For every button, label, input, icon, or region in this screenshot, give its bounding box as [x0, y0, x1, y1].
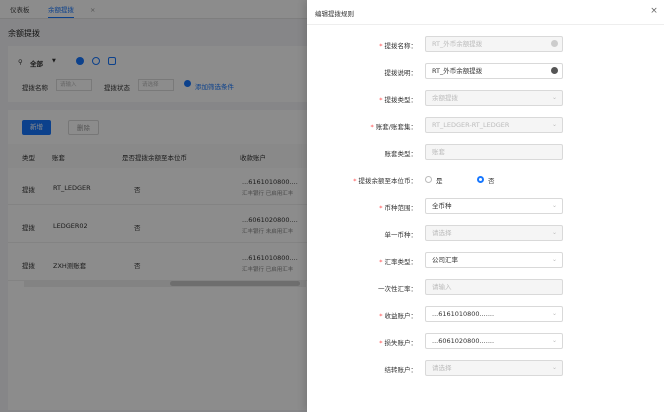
field-value: 账套: [432, 148, 445, 156]
chevron-down-icon: ⌄: [551, 229, 557, 236]
field-label-text: 损失账户：: [384, 339, 418, 347]
field-label-text: 结转账户：: [384, 366, 418, 374]
chevron-down-icon: ⌄: [551, 256, 557, 263]
field-value: ...6161010800.......: [432, 310, 495, 318]
field-value: RT_LEDGER-RT_LEDGER: [432, 121, 510, 129]
drawer-title: 编辑提拨规则: [315, 10, 354, 18]
required-mark: *: [379, 339, 383, 347]
required-mark: *: [353, 177, 357, 185]
radio-option-label: 是: [436, 177, 443, 185]
form-field: 请选择 ⌄: [425, 225, 563, 241]
field-label: * 收益账户：: [307, 310, 417, 320]
field-label: * 币种范围：: [307, 202, 417, 212]
field-label: * 提拨余额至本位币：: [307, 175, 417, 185]
field-label: 结转账户：: [307, 364, 418, 374]
field-label: 单一币种：: [307, 229, 418, 239]
chevron-down-icon: ⌄: [551, 337, 557, 344]
edit-rule-drawer: 编辑提拨规则 × * 提拨名称： RT_外币余额提拨 提拨说明： RT_外币余额提拨 * 提…: [307, 0, 664, 412]
required-mark: *: [379, 312, 383, 320]
form-field: 账套: [425, 144, 563, 160]
form-field: 请输入: [425, 279, 563, 295]
field-label-text: 提拨余额至本位币：: [358, 177, 418, 185]
close-icon[interactable]: ×: [649, 6, 659, 16]
gear-icon[interactable]: [551, 40, 558, 47]
field-label-text: 提拨说明：: [384, 69, 418, 77]
field-label: 一次性汇率：: [307, 283, 417, 293]
chevron-down-icon: ⌄: [551, 202, 557, 209]
chevron-down-icon: ⌄: [551, 121, 557, 128]
field-label: 账套类型：: [307, 148, 418, 158]
field-label-text: 账套/账套集：: [375, 123, 417, 131]
chevron-down-icon: ⌄: [551, 364, 557, 371]
form-field: 请选择 ⌄: [425, 360, 563, 376]
field-label-text: 收益账户：: [384, 312, 418, 320]
field-label-text: 单一币种：: [384, 231, 418, 239]
form-field[interactable]: RT_外币余额提拨: [425, 63, 563, 79]
field-label-text: 币种范围：: [384, 204, 418, 212]
chevron-down-icon: ⌄: [551, 310, 557, 317]
field-label: * 提拨名称：: [307, 40, 417, 50]
required-mark: *: [379, 42, 383, 50]
radio-button[interactable]: [477, 176, 484, 183]
field-label-text: 提拨名称：: [384, 42, 418, 50]
required-mark: *: [379, 204, 383, 212]
chevron-down-icon: ⌄: [551, 94, 557, 101]
field-label-text: 汇率类型：: [384, 258, 418, 266]
required-mark: *: [370, 123, 374, 131]
field-label-text: 提拨类型：: [384, 96, 418, 104]
required-mark: *: [379, 258, 383, 266]
gear-icon[interactable]: [551, 67, 558, 74]
radio-button[interactable]: [425, 176, 432, 183]
field-value: ...6061020800.......: [432, 337, 495, 345]
required-mark: *: [379, 96, 383, 104]
field-label: * 提拨类型：: [307, 94, 417, 104]
form-field[interactable]: ...6161010800....... ⌄: [425, 306, 563, 322]
field-label: * 汇率类型：: [307, 256, 417, 266]
form-field: RT_外币余额提拨: [425, 36, 563, 52]
radio-option-label: 否: [488, 177, 495, 185]
form-field: RT_LEDGER-RT_LEDGER ⌄: [425, 117, 563, 133]
field-value: RT_外币余额提拨: [432, 67, 483, 75]
drawer-header: 编辑提拨规则 ×: [307, 0, 664, 25]
field-value: 请选择: [432, 364, 452, 372]
field-value: 余额提拨: [432, 94, 458, 102]
field-label: * 账套/账套集：: [307, 121, 417, 131]
field-value: RT_外币余额提拨: [432, 40, 483, 48]
form-field[interactable]: 公司汇率 ⌄: [425, 252, 563, 268]
form-field: 余额提拨 ⌄: [425, 90, 563, 106]
field-value: 请输入: [432, 283, 452, 291]
form-field[interactable]: 全币种 ⌄: [425, 198, 563, 214]
field-label: 提拨说明：: [307, 67, 418, 77]
field-value: 公司汇率: [432, 256, 458, 264]
field-label-text: 一次性汇率：: [378, 285, 417, 293]
field-label-text: 账套类型：: [384, 150, 418, 158]
field-value: 全币种: [432, 202, 452, 210]
form-field[interactable]: ...6061020800....... ⌄: [425, 333, 563, 349]
field-label: * 损失账户：: [307, 337, 417, 347]
field-value: 请选择: [432, 229, 452, 237]
